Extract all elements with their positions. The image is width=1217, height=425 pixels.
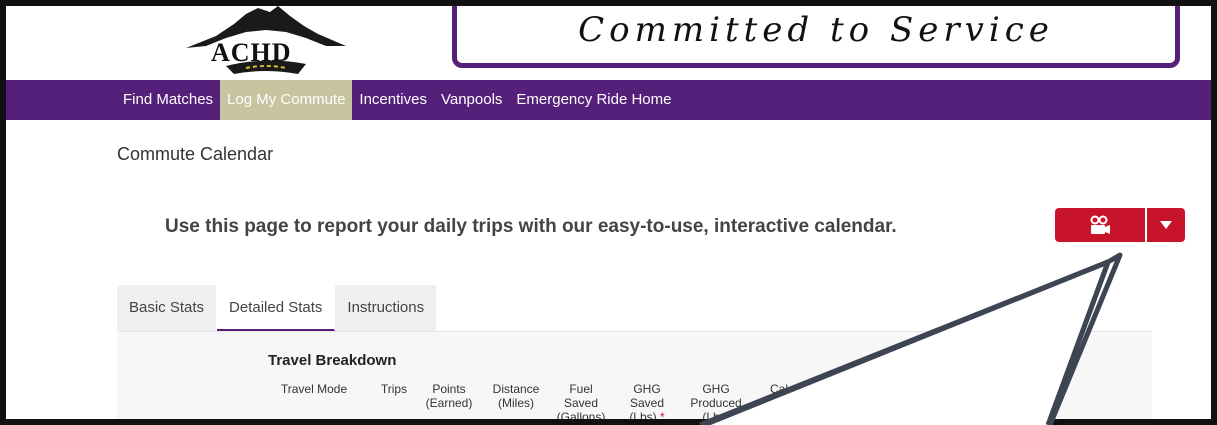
main-nav: Find Matches Log My Commute Incentives V… xyxy=(6,80,1211,120)
column-header: Fuel Saved (Gallons) xyxy=(553,382,609,424)
column-header-line: GHG xyxy=(702,382,730,396)
column-header-line: (Miles) xyxy=(498,396,534,410)
screenshot-frame: ACHD Committed to Service Find Matches L… xyxy=(0,0,1217,425)
column-header-unit: (Lbs) xyxy=(629,410,657,424)
tab-instructions[interactable]: Instructions xyxy=(335,285,438,331)
column-header: Travel Mode xyxy=(279,382,349,396)
column-header-line: (Lbs) xyxy=(702,410,730,424)
column-header-line: (Gallons) xyxy=(556,410,606,424)
detailed-stats-panel: Travel Breakdown Travel Mode Trips Point… xyxy=(117,331,1152,424)
slogan: Committed to Service xyxy=(578,10,1054,50)
column-header-line: (Lbs) * xyxy=(621,410,673,424)
column-header: Calories Burned xyxy=(763,382,821,410)
column-header: Trips xyxy=(377,382,411,396)
column-header-line: (Earned) xyxy=(425,396,473,410)
header-banner: ACHD Committed to Service xyxy=(6,6,1211,80)
nav-emergency-ride-home[interactable]: Emergency Ride Home xyxy=(509,80,678,120)
logo-text: ACHD xyxy=(211,38,292,67)
stats-tabs: Basic Stats Detailed Stats Instructions xyxy=(117,285,438,331)
caret-down-icon xyxy=(1160,221,1172,229)
column-header-line: Points xyxy=(432,382,466,396)
tab-basic-stats[interactable]: Basic Stats xyxy=(117,285,218,331)
nav-log-my-commute[interactable]: Log My Commute xyxy=(220,80,353,120)
section-title: Travel Breakdown xyxy=(268,352,397,369)
page-title: Commute Calendar xyxy=(117,144,274,164)
video-help-button[interactable] xyxy=(1055,208,1145,242)
nav-vanpools[interactable]: Vanpools xyxy=(434,80,509,120)
column-header-line: Produced xyxy=(690,396,742,410)
column-header-line: Saved xyxy=(563,396,599,410)
column-header-line: Mone xyxy=(826,382,858,396)
column-header-line: GHG xyxy=(633,382,661,396)
column-header-line: Distance xyxy=(492,382,540,396)
column-header: Points (Earned) xyxy=(421,382,477,410)
required-marker: * xyxy=(660,410,665,424)
column-header-line: Trips xyxy=(380,382,408,396)
video-camera-icon xyxy=(1090,215,1110,234)
column-header: Distance (Miles) xyxy=(487,382,545,410)
column-header: GHG Saved (Lbs) * xyxy=(621,382,673,424)
column-header-line: Saved xyxy=(629,396,665,410)
intro-text: Use this page to report your daily trips… xyxy=(165,216,897,237)
column-header: Mone xyxy=(817,382,867,396)
column-header-line: Burned xyxy=(772,396,812,410)
tab-detailed-stats[interactable]: Detailed Stats xyxy=(217,285,336,331)
column-header: GHG Produced (Lbs) xyxy=(685,382,747,424)
column-header-line: Fuel xyxy=(569,382,593,396)
nav-find-matches[interactable]: Find Matches xyxy=(116,80,220,120)
nav-incentives[interactable]: Incentives xyxy=(352,80,434,120)
column-header-line: Travel Mode xyxy=(280,382,348,396)
column-header-line: Calories xyxy=(769,382,814,396)
slogan-box: Committed to Service xyxy=(452,6,1180,68)
video-dropdown-button[interactable] xyxy=(1147,208,1185,242)
